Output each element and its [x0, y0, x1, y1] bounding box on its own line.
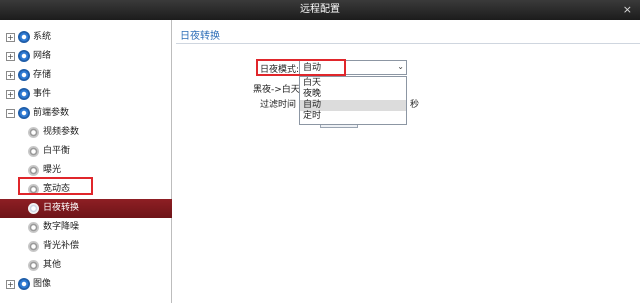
- page-title: 日夜转换: [180, 31, 220, 42]
- gear-icon: [28, 222, 39, 233]
- tree-item-label: 系统: [33, 32, 52, 42]
- dark-to-day-label: 黑夜->白天:: [253, 85, 303, 95]
- mode-highlight-box: [256, 59, 346, 76]
- tree-item-video-params[interactable]: 视频参数: [0, 123, 172, 142]
- gear-icon: [18, 278, 30, 290]
- tree-item-white-balance[interactable]: 白平衡: [0, 142, 172, 161]
- window-title: 远程配置: [300, 4, 340, 15]
- expand-icon[interactable]: +: [6, 280, 15, 289]
- settings-tree: + 系统 + 网络 + 存储 + 事件 − 前端参数 视频参数 白平衡 曝光 宽…: [0, 20, 172, 303]
- dropdown-option-auto[interactable]: 自动: [300, 100, 406, 111]
- tree-item-system[interactable]: + 系统: [0, 28, 172, 47]
- gear-icon: [28, 241, 39, 252]
- tree-item-image[interactable]: + 图像: [0, 275, 172, 294]
- tree-item-label: 事件: [33, 89, 52, 99]
- seconds-unit: 秒: [410, 100, 420, 110]
- tree-item-label: 视频参数: [43, 127, 80, 137]
- tree-item-day-night[interactable]: 日夜转换: [0, 199, 172, 218]
- expand-icon[interactable]: +: [6, 33, 15, 42]
- tree-item-label: 日夜转换: [43, 203, 80, 213]
- tree-item-label: 背光补偿: [43, 241, 80, 251]
- selection-highlight-box: [18, 177, 93, 195]
- tree-item-label: 白平衡: [43, 146, 71, 156]
- tree-item-frontend-params[interactable]: − 前端参数: [0, 104, 172, 123]
- chevron-down-icon[interactable]: ⌄: [397, 62, 404, 71]
- tree-item-label: 数字降噪: [43, 222, 80, 232]
- collapse-icon[interactable]: −: [6, 109, 15, 118]
- expand-icon[interactable]: +: [6, 90, 15, 99]
- gear-icon: [18, 31, 30, 43]
- gear-icon: [28, 127, 39, 138]
- dropdown-option-day[interactable]: 白天: [300, 78, 406, 89]
- gear-icon: [28, 146, 39, 157]
- filter-time-label: 过滤时间: [260, 100, 297, 110]
- close-icon[interactable]: ×: [623, 0, 632, 20]
- expand-icon[interactable]: +: [6, 71, 15, 80]
- gear-icon: [18, 88, 30, 100]
- tree-item-noise-reduction[interactable]: 数字降噪: [0, 218, 172, 237]
- tree-item-storage[interactable]: + 存储: [0, 66, 172, 85]
- gear-icon: [28, 165, 39, 176]
- gear-icon: [18, 50, 30, 62]
- gear-icon: [18, 107, 30, 119]
- tree-item-label: 网络: [33, 51, 52, 61]
- dropdown-option-scheduled[interactable]: 定时: [300, 111, 406, 122]
- tree-item-label: 存储: [33, 70, 52, 80]
- window-titlebar: 远程配置 ×: [0, 0, 640, 20]
- tree-item-other[interactable]: 其他: [0, 256, 172, 275]
- gear-icon: [28, 203, 39, 214]
- expand-icon[interactable]: +: [6, 52, 15, 61]
- tree-item-network[interactable]: + 网络: [0, 47, 172, 66]
- tree-item-backlight[interactable]: 背光补偿: [0, 237, 172, 256]
- tree-item-label: 前端参数: [33, 108, 70, 118]
- title-divider: [176, 43, 640, 44]
- tree-item-label: 其他: [43, 260, 62, 270]
- gear-icon: [28, 260, 39, 271]
- tree-item-label: 图像: [33, 279, 52, 289]
- gear-icon: [18, 69, 30, 81]
- dropdown-option-night[interactable]: 夜晚: [300, 89, 406, 100]
- tree-item-event[interactable]: + 事件: [0, 85, 172, 104]
- mode-dropdown-list[interactable]: 白天 夜晚 自动 定时: [299, 76, 407, 125]
